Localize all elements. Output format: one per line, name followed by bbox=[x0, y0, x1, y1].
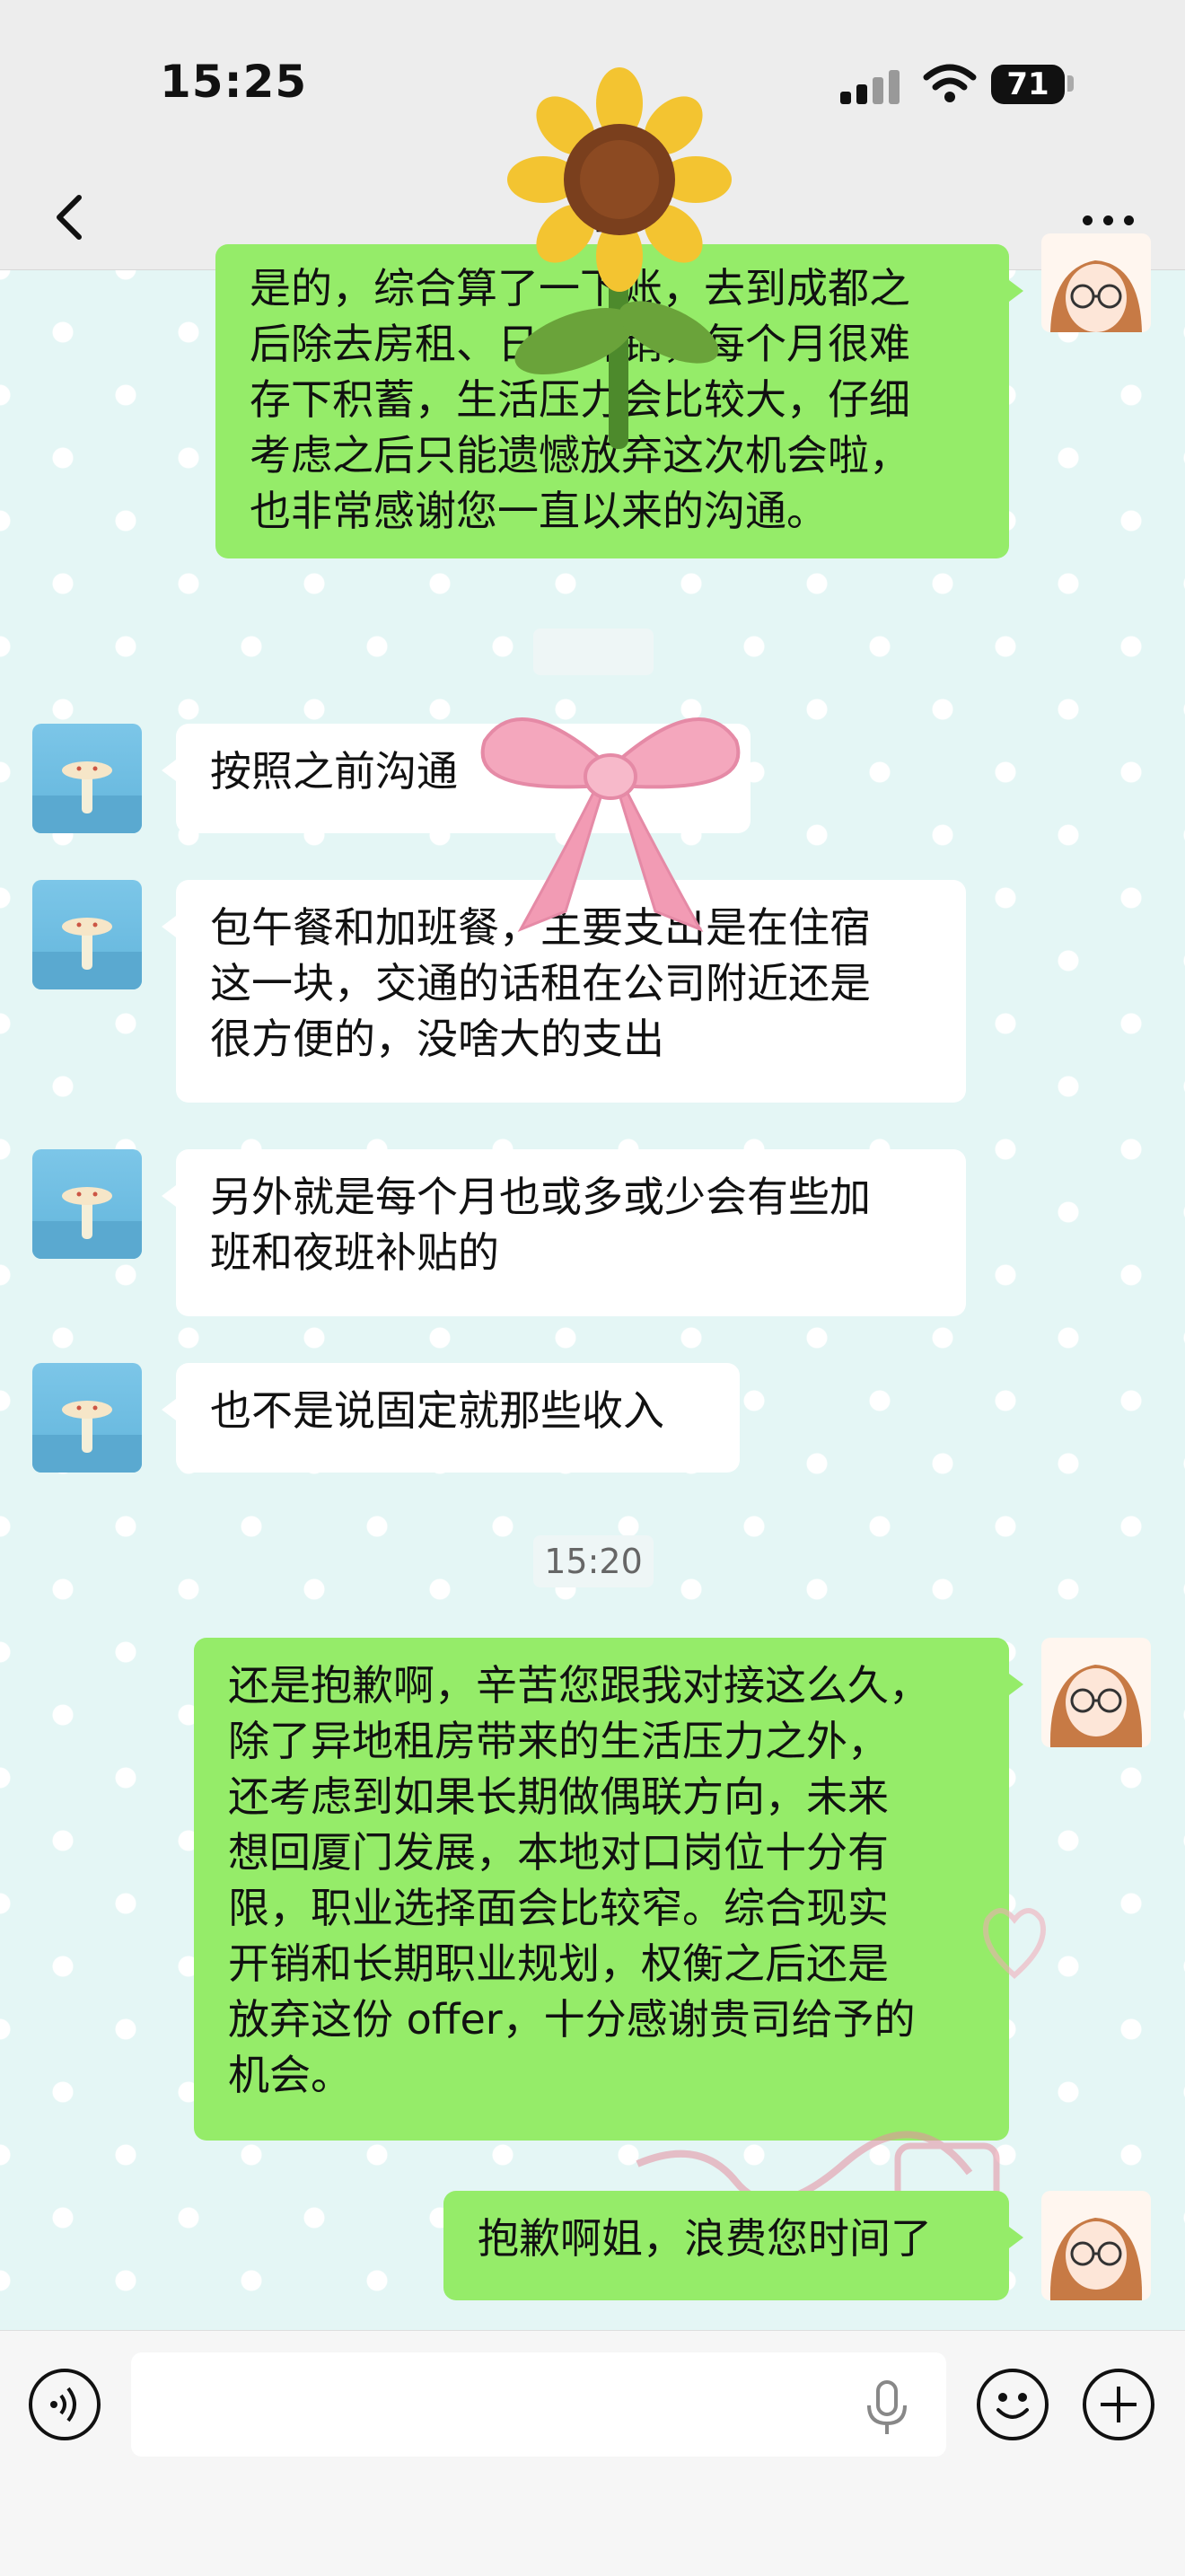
girl-avatar-art bbox=[1049, 1665, 1143, 1747]
voice-icon[interactable] bbox=[29, 2369, 101, 2440]
emoji-face bbox=[996, 2393, 1029, 2419]
faint-heart-decoration bbox=[983, 1908, 1046, 1979]
emoji-icon[interactable] bbox=[977, 2369, 1049, 2440]
plus-icon[interactable] bbox=[1083, 2369, 1154, 2440]
message-input[interactable] bbox=[131, 2352, 946, 2457]
mushroom-avatar[interactable] bbox=[32, 1149, 142, 1259]
system-tip-chip bbox=[533, 629, 654, 675]
message-bubble-sent[interactable]: 抱歉啊姐，浪费您时间了 bbox=[443, 2191, 1023, 2300]
girl-avatar[interactable] bbox=[1041, 233, 1151, 332]
mushroom-avatar-art bbox=[32, 918, 142, 989]
wifi-icon bbox=[923, 64, 977, 102]
message-bubble-received[interactable]: 另外就是每个月也或多或少会有些加 班和夜班补贴的 bbox=[162, 1149, 966, 1316]
girl-avatar-art bbox=[1050, 260, 1142, 332]
girl-avatar-art bbox=[1049, 2218, 1143, 2300]
input-bar bbox=[0, 2330, 1185, 2576]
plus-glyph bbox=[1101, 2387, 1137, 2422]
mic-icon[interactable] bbox=[862, 2380, 912, 2436]
battery-cap bbox=[1067, 75, 1074, 92]
mushroom-avatar-art bbox=[32, 1187, 142, 1259]
voice-waves bbox=[50, 2387, 76, 2422]
mushroom-avatar-art bbox=[32, 1401, 142, 1473]
mushroom-avatar[interactable] bbox=[32, 1363, 142, 1473]
status-time: 15:25 bbox=[160, 56, 308, 108]
chat-timestamp: 15:20 bbox=[533, 1535, 654, 1587]
mushroom-avatar[interactable] bbox=[32, 724, 142, 833]
battery-indicator: 71 bbox=[991, 65, 1065, 104]
mushroom-avatar-art bbox=[32, 761, 142, 833]
pink-bow-sticker bbox=[480, 717, 741, 932]
cellular-signal-icon bbox=[840, 68, 903, 104]
message-bubble-sent[interactable]: 还是抱歉啊，辛苦您跟我对接这么久， 除了异地租房带来的生活压力之外， 还考虑到如… bbox=[194, 1638, 1023, 2141]
girl-avatar[interactable] bbox=[1041, 1638, 1151, 1747]
mushroom-avatar[interactable] bbox=[32, 880, 142, 989]
message-bubble-received[interactable]: 也不是说固定就那些收入 bbox=[162, 1363, 740, 1473]
girl-avatar[interactable] bbox=[1041, 2191, 1151, 2300]
sunflower-sticker bbox=[507, 67, 732, 449]
